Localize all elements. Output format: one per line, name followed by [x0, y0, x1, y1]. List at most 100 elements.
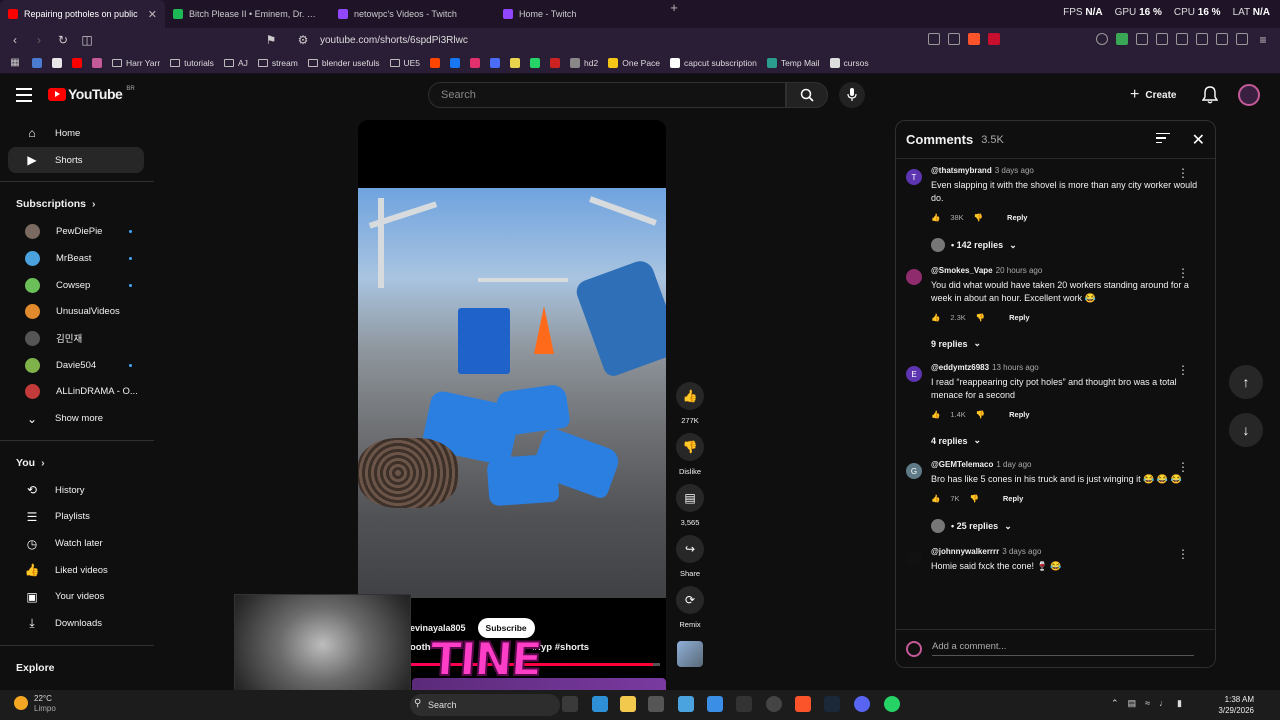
bookmark-item[interactable] [550, 57, 561, 68]
battery-icon[interactable]: ▮ [1177, 698, 1182, 709]
commenter-avatar[interactable]: E [906, 366, 922, 382]
task-view-icon[interactable] [562, 696, 578, 712]
subscription-item[interactable]: 김민재 [8, 325, 144, 352]
brave-rewards-icon[interactable] [988, 33, 1000, 45]
account-avatar[interactable] [1238, 84, 1260, 106]
view-replies-button[interactable]: • 142 replies ⌄ [931, 238, 1203, 252]
steam-icon[interactable] [824, 696, 840, 712]
cast-icon[interactable] [928, 33, 940, 45]
volume-icon[interactable]: ♩ [1159, 698, 1168, 709]
bookmark-item[interactable]: capcut subscription [670, 57, 757, 68]
more-options-icon[interactable]: ⋮ [1177, 547, 1189, 561]
youtube-logo[interactable]: YouTube BR [48, 86, 135, 102]
taskbar-clock[interactable]: 1:38 AM 3/29/2026 [1218, 694, 1254, 716]
like-icon[interactable]: 👍 [931, 213, 940, 222]
davinci-icon[interactable] [736, 696, 752, 712]
commenter-avatar[interactable]: T [906, 169, 922, 185]
music-icon[interactable] [1196, 33, 1208, 45]
wifi-icon[interactable]: ≈ [1145, 698, 1150, 709]
hamburger-menu-icon[interactable] [16, 88, 32, 102]
subscription-item[interactable]: Davie504 [8, 352, 144, 379]
like-icon[interactable]: 👍 [931, 494, 940, 503]
search-button[interactable] [786, 82, 828, 108]
previous-short-button[interactable]: ↑ [1229, 365, 1263, 399]
reply-button[interactable]: Reply [1003, 494, 1023, 503]
bookmark-item[interactable]: stream [257, 58, 298, 68]
apps-grid-icon[interactable]: ▦ [8, 57, 22, 68]
subscription-item[interactable]: PewDiePie [8, 218, 144, 245]
comment-time[interactable]: 13 hours ago [992, 363, 1039, 372]
chevron-up-icon[interactable]: ⌃ [1111, 698, 1119, 709]
bookmark-item[interactable] [490, 57, 501, 68]
comment-time[interactable]: 3 days ago [1002, 547, 1041, 556]
create-button[interactable]: + Create [1130, 84, 1196, 106]
snipping-tool-icon[interactable] [678, 696, 694, 712]
subscription-item[interactable]: Cowsep [8, 272, 144, 299]
tab-close-icon[interactable]: ✕ [148, 8, 157, 21]
site-info-icon[interactable]: ⚙ [296, 33, 310, 47]
discord-icon[interactable] [854, 696, 870, 712]
shield-extension-icon[interactable] [1116, 33, 1128, 45]
dislike-icon[interactable]: 👎 [970, 494, 979, 503]
sort-icon[interactable] [1155, 132, 1170, 147]
reload-icon[interactable]: ↻ [56, 33, 70, 47]
leo-ai-icon[interactable] [1236, 33, 1248, 45]
more-options-icon[interactable]: ⋮ [1177, 460, 1189, 474]
reply-button[interactable]: Reply [1007, 213, 1027, 222]
sidebar-item-home[interactable]: ⌂ Home [8, 120, 144, 147]
browser-tab[interactable]: Home - Twitch [495, 0, 660, 28]
taskbar-search[interactable]: ⚲ Search [410, 694, 560, 716]
comment-author[interactable]: @Smokes_Vape [931, 266, 993, 275]
file-explorer-icon[interactable] [620, 696, 636, 712]
bookmark-item[interactable]: One Pace [608, 57, 660, 68]
whatsapp-icon[interactable] [884, 696, 900, 712]
bookmark-item[interactable]: Temp Mail [766, 57, 820, 68]
remix-icon[interactable]: ⟳ [676, 586, 704, 614]
bookmark-item[interactable]: tutorials [170, 58, 214, 68]
subscription-item[interactable]: ALLinDRAMA - O... [8, 379, 144, 406]
search-input[interactable]: Search [428, 82, 786, 108]
comment-time[interactable]: 1 day ago [996, 460, 1031, 469]
back-icon[interactable]: ‹ [8, 33, 22, 47]
photos-icon[interactable] [707, 696, 723, 712]
forward-icon[interactable]: › [32, 33, 46, 47]
comment-time[interactable]: 20 hours ago [996, 266, 1043, 275]
commenter-avatar[interactable]: G [906, 463, 922, 479]
like-icon[interactable]: 👍 [931, 410, 940, 419]
comment-icon[interactable]: ▤ [676, 484, 704, 512]
bookmark-item[interactable] [92, 57, 102, 68]
voice-search-button[interactable] [839, 82, 865, 108]
bookmark-item[interactable] [72, 57, 82, 68]
subscription-item[interactable]: MrBeast [8, 245, 144, 272]
browser-tab[interactable]: netowpc's Videos - Twitch [330, 0, 495, 28]
sidebar-item-downloads[interactable]: ⤓ Downloads [8, 610, 144, 637]
browser-tab[interactable]: Bitch Please II • Eminem, Dr. Dre, Snoop [165, 0, 330, 28]
sidebar-item-history[interactable]: ⟲ History [8, 477, 144, 504]
sidebar-item-liked-videos[interactable]: 👍 Liked videos [8, 557, 144, 584]
view-replies-button[interactable]: 4 replies ⌄ [931, 435, 1203, 446]
bookmark-item[interactable]: blender usefuls [307, 58, 380, 68]
obs-icon[interactable] [766, 696, 782, 712]
dislike-icon[interactable]: 👎 [974, 213, 983, 222]
bookmark-item[interactable]: hd2 [570, 57, 598, 68]
bookmark-item[interactable] [470, 57, 481, 68]
bookmark-item[interactable] [430, 57, 441, 68]
sound-thumbnail[interactable] [677, 641, 703, 667]
menu-icon[interactable]: ≡ [1256, 33, 1270, 47]
wallet-icon[interactable] [1156, 33, 1168, 45]
dislike-icon[interactable]: 👎 [976, 313, 985, 322]
more-options-icon[interactable]: ⋮ [1177, 266, 1189, 280]
bookmark-item[interactable]: UE5 [389, 58, 420, 68]
bookmark-item[interactable] [32, 57, 42, 68]
subscription-item[interactable]: UnusualVideos [8, 298, 144, 325]
new-tab-button[interactable]: + [664, 0, 684, 28]
commenter-avatar[interactable] [906, 550, 922, 566]
show-more-button[interactable]: ⌄ Show more [8, 405, 144, 432]
dislike-icon[interactable]: 👎 [976, 410, 985, 419]
bookmark-item[interactable] [450, 57, 461, 68]
split-view-icon[interactable] [1216, 33, 1228, 45]
more-options-icon[interactable]: ⋮ [1177, 166, 1189, 180]
reply-button[interactable]: Reply [1009, 313, 1029, 322]
video-frame[interactable] [358, 188, 666, 598]
widgets-icon[interactable] [592, 696, 608, 712]
